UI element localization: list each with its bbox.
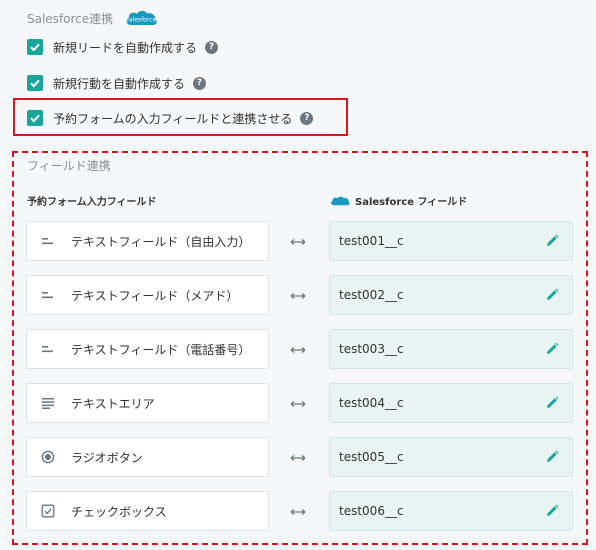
checkbox-icon: [39, 504, 57, 518]
salesforce-field-row[interactable]: test003__c: [329, 329, 573, 369]
long-text-icon: [39, 397, 57, 409]
form-fields-column-label: 予約フォーム入力フィールド: [27, 197, 157, 208]
option-label: 予約フォームの入力フィールドと連携させる: [53, 111, 293, 126]
salesforce-field-row[interactable]: test001__c: [329, 221, 573, 261]
salesforce-field-name: test003__c: [339, 342, 404, 356]
salesforce-field-name: test002__c: [339, 288, 404, 302]
link-arrow-icon: [290, 291, 306, 301]
edit-pencil-icon[interactable]: [544, 341, 560, 357]
radio-icon: [39, 450, 57, 464]
option-label: 新規行動を自動作成する: [53, 76, 186, 91]
form-field-row: テキストフィールド（電話番号）: [26, 329, 269, 369]
salesforce-fields-column-header: Salesforce フィールド: [329, 193, 467, 208]
short-text-icon: [39, 290, 57, 300]
salesforce-small-logo-icon: [331, 196, 350, 205]
salesforce-field-row[interactable]: test002__c: [329, 275, 573, 315]
form-field-row: テキストエリア: [26, 383, 269, 423]
salesforce-section-title: Salesforce連携: [27, 11, 114, 26]
edit-pencil-icon[interactable]: [544, 449, 560, 465]
salesforce-fields-column-label: Salesforce フィールド: [355, 197, 468, 208]
form-field-row: ラジオボタン: [26, 437, 269, 477]
edit-pencil-icon[interactable]: [544, 503, 560, 519]
edit-pencil-icon[interactable]: [544, 233, 560, 249]
salesforce-field-name: test005__c: [339, 450, 404, 464]
checkbox-checked-icon[interactable]: [27, 75, 43, 91]
form-fields-column-header: 予約フォーム入力フィールド: [27, 193, 157, 208]
short-text-icon: [39, 344, 57, 354]
salesforce-logo-text: salesforce: [126, 17, 157, 24]
link-arrow-icon: [290, 237, 306, 247]
edit-pencil-icon[interactable]: [544, 287, 560, 303]
help-icon[interactable]: ?: [205, 40, 219, 54]
form-field-label: テキストフィールド（電話番号）: [71, 342, 251, 357]
salesforce-field-name: test001__c: [339, 234, 404, 248]
salesforce-field-row[interactable]: test005__c: [329, 437, 573, 477]
form-field-row: テキストフィールド（自由入力）: [26, 221, 269, 261]
option-link-form-fields[interactable]: 予約フォームの入力フィールドと連携させる ?: [27, 108, 314, 128]
link-arrow-icon: [290, 399, 306, 409]
option-create-lead[interactable]: 新規リードを自動作成する ?: [27, 37, 219, 57]
option-create-activity[interactable]: 新規行動を自動作成する ?: [27, 73, 207, 93]
option-label: 新規リードを自動作成する: [53, 40, 198, 55]
link-arrow-icon: [290, 453, 306, 463]
form-field-label: テキストエリア: [71, 396, 155, 411]
short-text-icon: [39, 236, 57, 246]
help-icon[interactable]: ?: [300, 111, 314, 125]
edit-pencil-icon[interactable]: [544, 395, 560, 411]
form-field-label: ラジオボタン: [71, 450, 143, 465]
checkbox-checked-icon[interactable]: [27, 39, 43, 55]
link-arrow-icon: [290, 507, 306, 517]
salesforce-field-row[interactable]: test006__c: [329, 491, 573, 531]
link-arrow-icon: [290, 345, 306, 355]
form-field-row: テキストフィールド（メアド）: [26, 275, 269, 315]
salesforce-field-name: test006__c: [339, 504, 404, 518]
help-icon[interactable]: ?: [193, 76, 207, 90]
form-field-label: テキストフィールド（メアド）: [71, 288, 239, 303]
salesforce-field-name: test004__c: [339, 396, 404, 410]
form-field-label: テキストフィールド（自由入力）: [71, 234, 251, 249]
salesforce-field-row[interactable]: test004__c: [329, 383, 573, 423]
checkbox-checked-icon[interactable]: [27, 110, 43, 126]
salesforce-logo: salesforce: [123, 7, 159, 29]
salesforce-section-header: Salesforce連携 salesforce: [27, 7, 159, 29]
form-field-row: チェックボックス: [26, 491, 269, 531]
form-field-label: チェックボックス: [71, 504, 167, 519]
field-mapping-title: フィールド連携: [27, 159, 111, 173]
